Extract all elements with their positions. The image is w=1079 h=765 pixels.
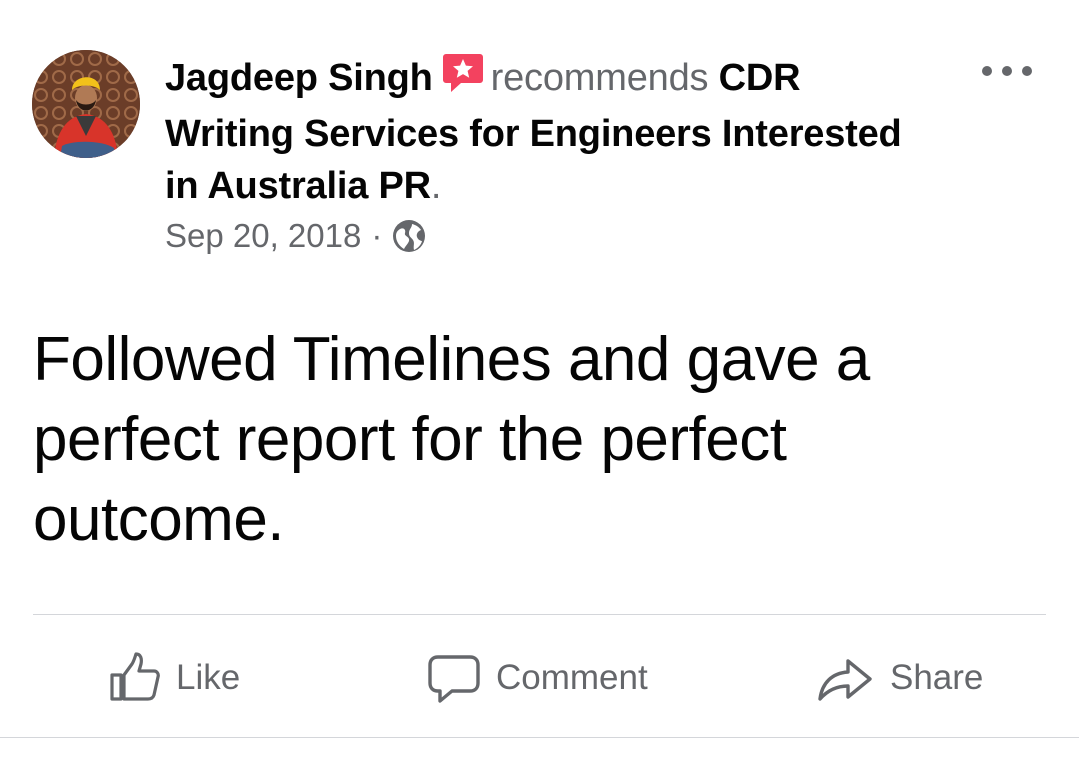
- more-dot: [982, 66, 992, 76]
- divider: [33, 614, 1046, 615]
- share-button[interactable]: Share: [816, 640, 983, 716]
- comment-button[interactable]: Comment: [426, 640, 648, 716]
- bottom-divider: [0, 737, 1079, 738]
- share-label: Share: [890, 658, 984, 697]
- like-button[interactable]: Like: [108, 640, 240, 716]
- more-dot: [1002, 66, 1012, 76]
- recommendation-post: Jagdeep Singh recommends CDR Writing Ser…: [0, 0, 1079, 765]
- recommends-text: recommends: [490, 57, 709, 99]
- comment-label: Comment: [496, 658, 648, 697]
- post-body-text: Followed Timelines and gave a perfect re…: [33, 325, 870, 554]
- more-dot: [1022, 66, 1032, 76]
- meta-separator: ·: [371, 217, 383, 254]
- globe-icon[interactable]: [392, 219, 426, 253]
- comment-bubble-icon: [428, 655, 480, 703]
- avatar-photo: [32, 50, 140, 158]
- post-date[interactable]: Sep 20, 2018: [165, 214, 361, 258]
- author-avatar[interactable]: [32, 50, 140, 158]
- like-label: Like: [176, 658, 241, 697]
- thumbs-up-icon: [110, 652, 160, 701]
- post-actions-bar: Like Comment Share: [0, 640, 1079, 716]
- post-header: Jagdeep Singh recommends CDR Writing Ser…: [165, 50, 925, 212]
- post-meta: Sep 20, 2018 ·: [165, 214, 426, 258]
- star-speech-bubble-icon: [441, 50, 485, 108]
- share-arrow-icon: [818, 659, 872, 701]
- more-options-button[interactable]: [982, 56, 1032, 86]
- author-name[interactable]: Jagdeep Singh: [165, 57, 433, 99]
- trailing-period: .: [430, 165, 442, 207]
